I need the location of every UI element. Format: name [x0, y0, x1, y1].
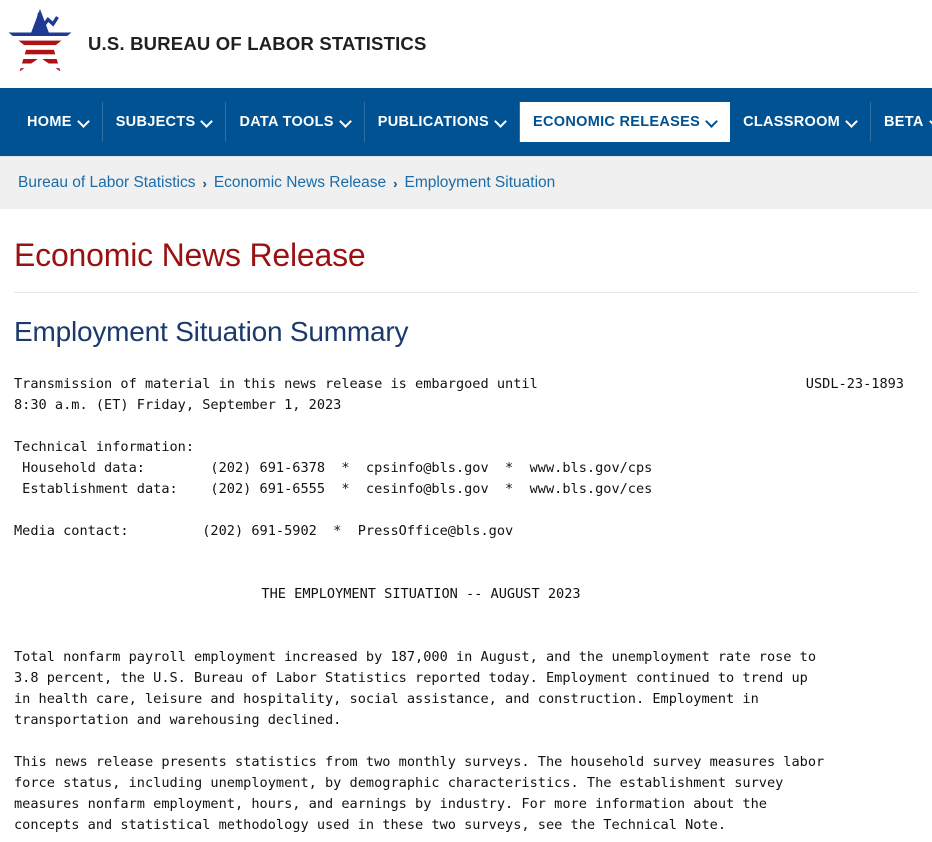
nav-item-beta[interactable]: BETA	[871, 102, 932, 142]
title-divider	[14, 291, 918, 293]
breadcrumb: Bureau of Labor Statistics › Economic Ne…	[18, 174, 555, 192]
chevron-down-icon	[341, 117, 351, 127]
embargo-row: Transmission of material in this news re…	[14, 374, 918, 416]
nav-item-label: CLASSROOM	[743, 114, 841, 130]
media-contact-line: Media contact: (202) 691-5902 * PressOff…	[14, 523, 514, 540]
nav-item-label: BETA	[884, 114, 924, 130]
nav-item-classroom[interactable]: CLASSROOM	[730, 102, 872, 142]
embargo-notice: Transmission of material in this news re…	[14, 374, 538, 416]
breadcrumb-item-bls[interactable]: Bureau of Labor Statistics	[18, 174, 196, 192]
release-paragraph-1: Total nonfarm payroll employment increas…	[14, 649, 817, 729]
breadcrumb-item-employment-situation[interactable]: Employment Situation	[404, 174, 555, 192]
nav-item-data-tools[interactable]: DATA TOOLS	[226, 102, 365, 142]
nav-item-subjects[interactable]: SUBJECTS	[103, 102, 227, 142]
primary-navigation: HOME SUBJECTS DATA TOOLS PUBLICATIONS EC…	[0, 88, 932, 156]
nav-list: HOME SUBJECTS DATA TOOLS PUBLICATIONS EC…	[14, 88, 932, 156]
chevron-down-icon	[79, 117, 89, 127]
chevron-down-icon	[496, 117, 506, 127]
nav-item-publications[interactable]: PUBLICATIONS	[365, 102, 521, 142]
chevron-down-icon	[847, 117, 857, 127]
page-title: Economic News Release	[14, 237, 366, 273]
site-masthead: U.S. BUREAU OF LABOR STATISTICS	[0, 0, 932, 88]
agency-name: U.S. BUREAU OF LABOR STATISTICS	[88, 33, 427, 54]
breadcrumb-separator-icon: ›	[202, 175, 207, 191]
nav-item-label: SUBJECTS	[115, 114, 196, 130]
embargo-line-1: Transmission of material in this news re…	[14, 376, 538, 393]
breadcrumb-item-economic-news-release[interactable]: Economic News Release	[214, 174, 386, 192]
breadcrumb-separator-icon: ›	[393, 175, 398, 191]
news-release-body: Transmission of material in this news re…	[14, 374, 918, 842]
breadcrumb-bar: Bureau of Labor Statistics › Economic Ne…	[0, 156, 932, 209]
chevron-down-icon	[202, 117, 212, 127]
embargo-line-2: 8:30 a.m. (ET) Friday, September 1, 2023	[14, 397, 342, 414]
release-centered-title: THE EMPLOYMENT SITUATION -- AUGUST 2023	[261, 586, 581, 603]
nav-item-label: ECONOMIC RELEASES	[533, 114, 701, 130]
technical-information-label: Technical information:	[14, 439, 195, 456]
technical-contact-block: Household data: (202) 691-6378 * cpsinfo…	[22, 460, 653, 498]
page-heading: Employment Situation Summary	[14, 315, 409, 347]
nav-item-economic-releases[interactable]: ECONOMIC RELEASES	[520, 102, 731, 142]
nav-item-label: PUBLICATIONS	[377, 114, 490, 130]
usdl-number: USDL-23-1893	[805, 376, 904, 393]
chevron-down-icon	[707, 117, 717, 127]
nav-item-label: HOME	[27, 114, 72, 130]
release-paragraph-2: This news release presents statistics fr…	[14, 754, 825, 834]
main-content: Economic News Release Employment Situati…	[0, 237, 932, 842]
nav-item-home[interactable]: HOME	[14, 102, 103, 142]
bls-star-chart-logo-icon[interactable]	[8, 8, 72, 80]
nav-item-label: DATA TOOLS	[239, 114, 334, 130]
